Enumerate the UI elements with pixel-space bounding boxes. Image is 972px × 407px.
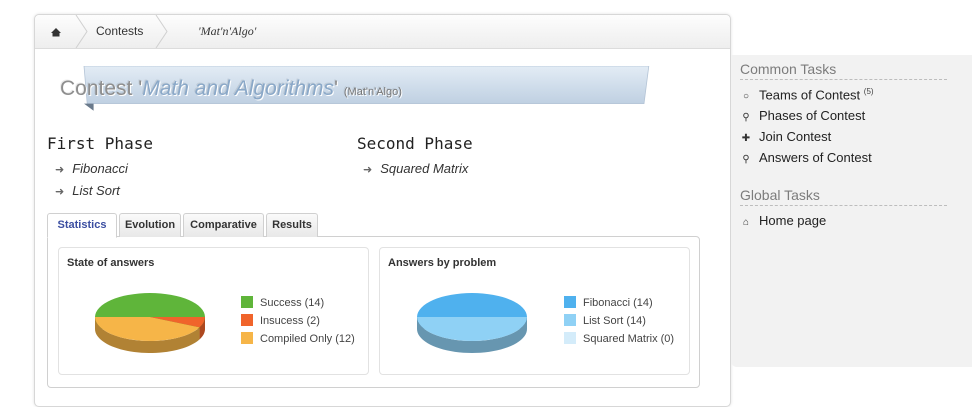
magnifier-icon: ⚲ bbox=[742, 154, 750, 165]
problem-link[interactable]: ➜ Squared Matrix bbox=[363, 161, 468, 176]
pie-chart-byproblem bbox=[417, 293, 527, 353]
legend-swatch bbox=[564, 332, 576, 344]
home-icon: ⌂ bbox=[742, 217, 750, 228]
circle-icon: ○ bbox=[742, 91, 750, 103]
tab-comparative[interactable]: Comparative bbox=[183, 213, 264, 237]
legend-item: Squared Matrix (0) bbox=[564, 332, 674, 345]
breadcrumb: Contests 'Mat'n'Algo' bbox=[35, 15, 730, 49]
legend-item: Success (14) bbox=[241, 296, 324, 309]
sidebar-link-phases[interactable]: ⚲ Phases of Contest bbox=[740, 108, 865, 123]
tab-results[interactable]: Results bbox=[266, 213, 318, 237]
legend-item: Fibonacci (14) bbox=[564, 296, 653, 309]
breadcrumb-contests[interactable]: Contests bbox=[96, 15, 143, 48]
legend-item: List Sort (14) bbox=[564, 314, 646, 327]
sidebar-link-answers[interactable]: ⚲ Answers of Contest bbox=[740, 150, 871, 165]
arrow-icon: ➜ bbox=[55, 164, 65, 176]
problem-link[interactable]: ➜ Fibonacci bbox=[55, 161, 128, 176]
sidebar-heading-global: Global Tasks bbox=[740, 187, 947, 206]
sidebar-link-join[interactable]: ✚ Join Contest bbox=[740, 129, 831, 144]
arrow-icon: ➜ bbox=[363, 164, 373, 176]
pie-chart-state bbox=[95, 293, 205, 353]
sidebar-link-home[interactable]: ⌂ Home page bbox=[740, 213, 826, 228]
legend-swatch bbox=[241, 314, 253, 326]
legend-swatch bbox=[241, 296, 253, 308]
phase-title: First Phase bbox=[47, 134, 153, 153]
arrow-icon: ➜ bbox=[55, 186, 65, 198]
tab-evolution[interactable]: Evolution bbox=[119, 213, 181, 237]
breadcrumb-separator-icon bbox=[155, 15, 169, 48]
tab-statistics[interactable]: Statistics bbox=[47, 213, 117, 238]
pie-slice-fibonacci bbox=[417, 293, 527, 317]
legend-swatch bbox=[564, 314, 576, 326]
chart-title: Answers by problem bbox=[388, 257, 497, 269]
problem-link[interactable]: ➜ List Sort bbox=[55, 183, 120, 198]
sidebar-heading-common: Common Tasks bbox=[740, 61, 947, 80]
pie-slice-success bbox=[95, 293, 205, 317]
legend-item: Insucess (2) bbox=[241, 314, 320, 327]
legend-item: Compiled Only (12) bbox=[241, 332, 355, 345]
home-icon[interactable] bbox=[50, 15, 64, 48]
breadcrumb-separator-icon bbox=[75, 15, 89, 48]
plus-icon: ✚ bbox=[741, 133, 751, 144]
magnifier-icon: ⚲ bbox=[742, 112, 750, 123]
phase-title: Second Phase bbox=[357, 134, 473, 153]
legend-swatch bbox=[241, 332, 253, 344]
breadcrumb-current: 'Mat'n'Algo' bbox=[198, 24, 257, 38]
legend-swatch bbox=[564, 296, 576, 308]
page-title: Contest 'Math and Algorithms' (Mat'n'Alg… bbox=[60, 77, 402, 100]
sidebar-link-teams[interactable]: ○ Teams of Contest (5) bbox=[740, 87, 874, 102]
chart-title: State of answers bbox=[67, 257, 155, 269]
